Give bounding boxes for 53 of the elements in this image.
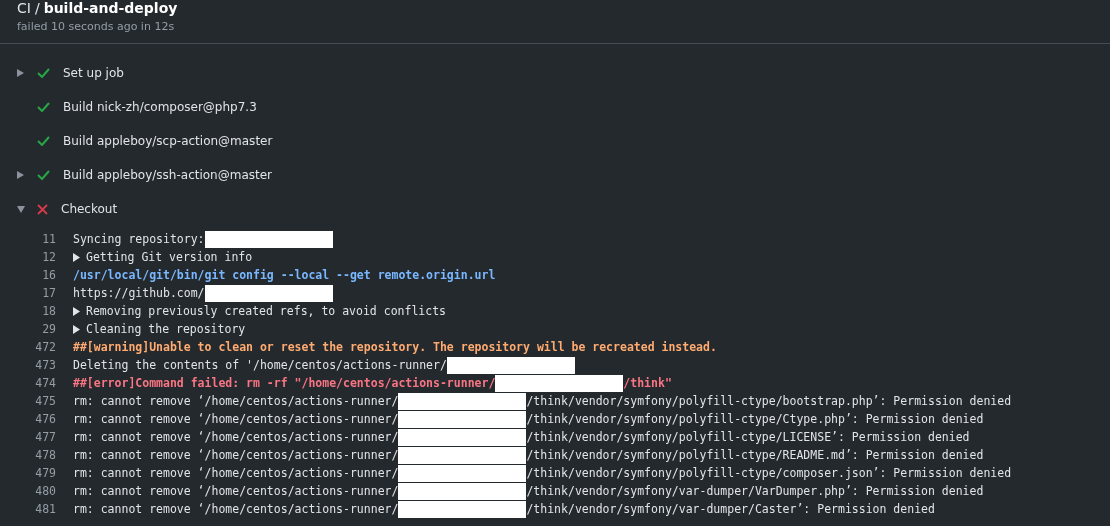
caret-right-icon[interactable]: [17, 69, 24, 77]
line-number: 17: [41, 286, 56, 300]
caret-right-icon[interactable]: [73, 252, 80, 262]
log-text: /usr/local/git/bin/git config --local --get remote.origin.url: [73, 268, 496, 282]
line-number: 477: [34, 430, 56, 444]
log-text: rm: cannot remove ‘/home/centos/actions-runner/: [73, 448, 399, 462]
step-name[interactable]: Build appleboy/ssh-action@master: [63, 168, 273, 182]
log-text: /think": [623, 376, 672, 390]
log-text: rm: cannot remove ‘/home/centos/actions-runner/: [73, 466, 399, 480]
caret-right-icon[interactable]: [17, 171, 24, 179]
line-number: 478: [34, 448, 56, 462]
job-status-text: failed 10 seconds ago in 12s: [17, 20, 176, 33]
log-text: /think/vendor/symfony/var-dumper/Caster’: Permission denied: [526, 502, 935, 516]
log-text: rm: cannot remove ‘/home/centos/actions-runner/: [73, 502, 399, 516]
line-number: 479: [34, 466, 56, 480]
line-number: 18: [41, 304, 56, 318]
log-text: Deleting the contents of '/home/centos/actions-runner/: [73, 358, 447, 372]
line-number: 473: [34, 358, 56, 372]
step-name[interactable]: Set up job: [63, 66, 124, 80]
line-number: 12: [41, 250, 56, 264]
log-text: Syncing repository:: [73, 232, 205, 246]
line-number: 16: [41, 268, 56, 282]
log-text: rm: cannot remove ‘/home/centos/actions-runner/: [73, 412, 399, 426]
line-number: 480: [34, 484, 56, 498]
log-text: /think/vendor/symfony/polyfill-ctype/Ctype.php’: Permission denied: [526, 412, 984, 426]
step-name[interactable]: Checkout: [61, 202, 118, 216]
log-text: https://github.com/: [73, 286, 205, 300]
line-number: 474: [34, 376, 56, 390]
job-title: build-and-deploy: [43, 0, 178, 16]
line-number: 475: [34, 394, 56, 408]
log-text: ##[error]Command failed: rm -rf "/home/centos/actions-runner/: [73, 376, 496, 390]
line-number: 472: [34, 340, 56, 354]
workflow-name[interactable]: CI: [17, 0, 31, 16]
log-text: /think/vendor/symfony/var-dumper/VarDumper.php’: Permission denied: [526, 484, 984, 498]
log-text: rm: cannot remove ‘/home/centos/actions-runner/: [73, 484, 399, 498]
step-name[interactable]: Build nick-zh/composer@php7.3: [63, 100, 257, 114]
log-text: rm: cannot remove ‘/home/centos/actions-runner/: [73, 430, 399, 444]
log-text: /think/vendor/symfony/polyfill-ctype/bootstrap.php’: Permission denied: [526, 394, 1012, 408]
log-text: Getting Git version info: [86, 250, 253, 264]
log-text: Removing previously created refs, to avoid conflicts: [86, 304, 447, 318]
line-number: 476: [34, 412, 56, 426]
line-number: 11: [41, 232, 56, 246]
line-number: 481: [34, 502, 56, 516]
log-text: Cleaning the repository: [86, 322, 246, 336]
log-text: rm: cannot remove ‘/home/centos/actions-runner/: [73, 394, 399, 408]
caret-down-icon[interactable]: [17, 205, 25, 213]
log-text: /think/vendor/symfony/polyfill-ctype/composer.json’: Permission denied: [526, 466, 1012, 480]
log-text: ##[warning]Unable to clean or reset the repository. The repository will be recreated instead.: [73, 340, 717, 354]
log-text: /think/vendor/symfony/polyfill-ctype/README.md’: Permission denied: [526, 448, 984, 462]
breadcrumb-separator: /: [34, 0, 40, 16]
log-text: /think/vendor/symfony/polyfill-ctype/LICENSE’: Permission denied: [526, 430, 970, 444]
step-name[interactable]: Build appleboy/scp-action@master: [63, 134, 273, 148]
line-number: 29: [41, 322, 56, 336]
